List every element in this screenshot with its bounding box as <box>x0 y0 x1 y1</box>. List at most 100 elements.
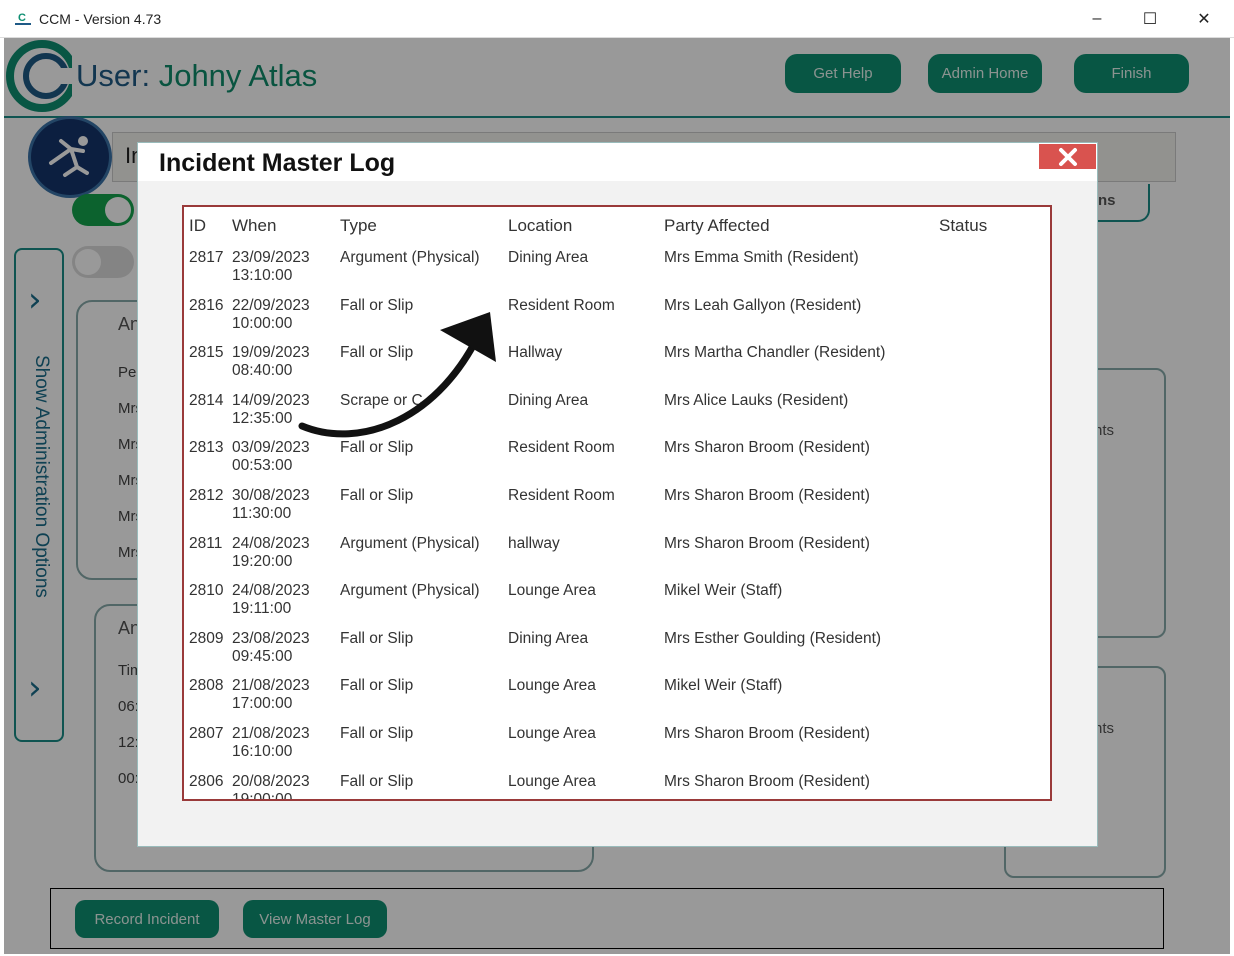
column-header-id[interactable]: ID <box>189 216 206 236</box>
cell-party: Mrs Sharon Broom (Resident) <box>664 725 870 742</box>
cell-party: Mrs Sharon Broom (Resident) <box>664 487 870 504</box>
cell-time: 13:10:00 <box>232 267 293 284</box>
cell-date: 19/09/2023 <box>232 344 310 362</box>
cell-time: 00:53:00 <box>232 457 293 475</box>
table-row[interactable]: 2807 21/08/2023 16:10:00 Fall or Slip Lounge… <box>184 725 1050 773</box>
cell-when: 21/08/2023 16:10:00 <box>232 725 310 761</box>
cell-party: Mrs Sharon Broom (Resident) <box>664 772 870 790</box>
cell-location: hallway <box>508 534 560 552</box>
cell-id: 2813 <box>189 439 224 457</box>
cell-when: 23/08/2023 09:45:00 <box>232 630 310 666</box>
cell-id: 2814 <box>189 391 224 409</box>
maximize-button[interactable]: ☐ <box>1127 5 1173 33</box>
cell-date: 03/09/2023 <box>232 439 310 457</box>
close-window-button[interactable]: ✕ <box>1181 5 1227 33</box>
cell-party: Mikel Weir (Staff) <box>664 677 783 695</box>
cell-when: 14/09/2023 12:35:00 <box>232 392 310 428</box>
cell-location: Resident Room <box>508 439 615 457</box>
cell-party: Mrs Sharon Broom (Resident) <box>664 439 870 457</box>
cell-when: 21/08/2023 17:00:00 <box>232 677 310 713</box>
cell-type: Argument (Physical) <box>340 582 480 600</box>
table-row[interactable]: 2815 19/09/2023 08:40:00 Fall or Slip Hallwa… <box>184 344 1050 392</box>
cell-id: 2811 <box>189 534 223 552</box>
cell-id: 2806 <box>189 772 224 790</box>
cell-when: 03/09/2023 00:53:00 <box>232 439 310 475</box>
table-row[interactable]: 2817 23/09/2023 13:10:00 Argument (Physical… <box>184 249 1050 297</box>
cell-location: Lounge Area <box>508 772 596 790</box>
cell-location: Dining Area <box>508 391 589 409</box>
cell-type: Scrape or C <box>340 391 423 409</box>
table-row[interactable]: 2810 24/08/2023 19:11:00 Argument (Physical… <box>184 582 1050 630</box>
column-header-status[interactable]: Status <box>939 216 987 236</box>
cell-location: Resident Room <box>508 487 615 504</box>
cell-party: Mikel Weir (Staff) <box>664 582 783 600</box>
cell-location: Lounge Area <box>508 582 596 600</box>
svg-text:C: C <box>18 12 26 24</box>
column-header-location[interactable]: Location <box>508 216 572 236</box>
cell-id: 2817 <box>189 249 224 266</box>
cell-when: 24/08/2023 19:20:00 <box>232 535 310 571</box>
window-titlebar: C CCM - Version 4.73 – ☐ ✕ <box>0 0 1234 38</box>
cell-id: 2808 <box>189 677 224 695</box>
cell-type: Argument (Physical) <box>340 249 480 266</box>
cell-id: 2809 <box>189 629 224 647</box>
cell-date: 23/09/2023 <box>232 249 310 266</box>
cell-type: Fall or Slip <box>340 439 414 457</box>
minimize-button[interactable]: – <box>1074 5 1120 33</box>
cell-time: 08:40:00 <box>232 362 293 380</box>
cell-when: 23/09/2023 13:10:00 <box>232 249 310 285</box>
cell-date: 14/09/2023 <box>232 391 310 409</box>
cell-id: 2815 <box>189 344 224 362</box>
dialog-title: Incident Master Log <box>159 149 396 177</box>
table-row[interactable]: 2806 20/08/2023 19:00:00 Fall or Slip Lounge… <box>184 772 1050 801</box>
close-icon: ✕ <box>1197 11 1211 28</box>
cell-date: 21/08/2023 <box>232 677 310 695</box>
cell-location: Hallway <box>508 344 563 362</box>
cell-party: Mrs Emma Smith (Resident) <box>664 249 859 266</box>
dialog-close-button[interactable] <box>1039 144 1096 169</box>
dialog-header: Incident Master Log <box>138 143 1097 181</box>
cell-time: 16:10:00 <box>232 743 293 760</box>
cell-type: Fall or Slip <box>340 344 414 362</box>
table-row[interactable]: 2813 03/09/2023 00:53:00 Fall or Slip Reside… <box>184 439 1050 487</box>
minimize-icon: – <box>1092 10 1102 27</box>
app-logo-icon: C <box>15 12 31 25</box>
cell-date: 20/08/2023 <box>232 772 310 790</box>
cell-when: 20/08/2023 19:00:00 <box>232 772 310 801</box>
cell-when: 22/09/2023 10:00:00 <box>232 297 310 333</box>
cell-when: 19/09/2023 08:40:00 <box>232 344 310 380</box>
cell-time: 12:35:00 <box>232 409 293 427</box>
cell-party: Mrs Sharon Broom (Resident) <box>664 534 870 552</box>
incident-log-table[interactable]: ID When Type Location Party Affected Sta… <box>182 205 1052 801</box>
cell-type: Fall or Slip <box>340 772 414 790</box>
cell-id: 2807 <box>189 725 224 742</box>
cell-location: Dining Area <box>508 249 589 266</box>
x-icon <box>1058 147 1077 166</box>
table-row[interactable]: 2816 22/09/2023 10:00:00 Fall or Slip Reside… <box>184 297 1050 345</box>
incident-master-log-dialog: Incident Master Log ID When Type Locatio… <box>138 143 1097 846</box>
cell-party: Mrs Leah Gallyon (Resident) <box>664 296 862 314</box>
column-header-type[interactable]: Type <box>340 216 377 236</box>
cell-location: Lounge Area <box>508 725 596 742</box>
cell-time: 19:00:00 <box>232 790 293 801</box>
cell-type: Fall or Slip <box>340 725 414 742</box>
column-header-when[interactable]: When <box>232 216 276 236</box>
table-row[interactable]: 2812 30/08/2023 11:30:00 Fall or Slip Reside… <box>184 487 1050 535</box>
cell-type: Fall or Slip <box>340 487 414 504</box>
table-row[interactable]: 2808 21/08/2023 17:00:00 Fall or Slip Lounge… <box>184 677 1050 725</box>
cell-party: Mrs Martha Chandler (Resident) <box>664 344 886 362</box>
cell-id: 2810 <box>189 582 224 600</box>
dialog-body: ID When Type Location Party Affected Sta… <box>138 181 1097 846</box>
table-row[interactable]: 2811 24/08/2023 19:20:00 Argument (Physical… <box>184 535 1050 583</box>
column-header-party[interactable]: Party Affected <box>664 216 770 236</box>
cell-when: 30/08/2023 11:30:00 <box>232 487 310 523</box>
cell-location: Lounge Area <box>508 677 596 695</box>
cell-id: 2812 <box>189 487 224 504</box>
table-row[interactable]: 2809 23/08/2023 09:45:00 Fall or Slip Dining… <box>184 630 1050 678</box>
table-row[interactable]: 2814 14/09/2023 12:35:00 Scrape or C Dining … <box>184 392 1050 440</box>
cell-date: 30/08/2023 <box>232 487 310 504</box>
cell-location: Resident Room <box>508 296 615 314</box>
cell-location: Dining Area <box>508 629 589 647</box>
cell-time: 19:20:00 <box>232 552 293 570</box>
maximize-icon: ☐ <box>1142 11 1158 28</box>
